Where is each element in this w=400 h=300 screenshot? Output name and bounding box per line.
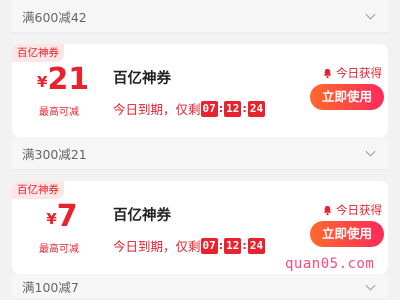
coupon-countdown: 今日到期，仅剩 07:12:24	[113, 99, 266, 118]
currency-symbol: ¥	[37, 73, 48, 91]
coupon-card: 百亿神券 ¥21 最高可减 百亿神券 今日到期，仅剩 07:12:24 今日获得…	[12, 44, 388, 137]
countdown-minutes: 12	[224, 237, 242, 254]
coupon-amount: ¥7	[37, 199, 87, 234]
countdown-minutes: 12	[224, 100, 242, 117]
expire-text: 今日到期，仅剩	[113, 102, 201, 117]
currency-symbol: ¥	[46, 210, 57, 228]
coupon-tag: 百亿神券	[12, 44, 64, 62]
coupon-rule-row[interactable]: 满100减7	[12, 274, 388, 300]
coupon-tag: 百亿神券	[12, 181, 64, 199]
coupon-rule-label: 满100减7	[22, 280, 79, 295]
countdown-hours: 07	[200, 237, 218, 254]
obtained-status: 今日获得	[322, 202, 382, 218]
coupon-sublabel: 最高可减	[39, 244, 79, 255]
obtained-status: 今日获得	[322, 65, 382, 81]
obtained-label: 今日获得	[336, 66, 382, 80]
countdown-seconds: 24	[247, 237, 266, 254]
countdown-separator: :	[218, 239, 224, 252]
obtained-label: 今日获得	[336, 203, 382, 217]
countdown-separator: :	[242, 239, 247, 252]
use-now-button[interactable]: 立即使用	[310, 84, 384, 110]
countdown-separator: :	[218, 102, 224, 115]
coupon-sublabel: 最高可减	[39, 107, 79, 118]
countdown-hours: 07	[200, 100, 218, 117]
coupon-rule-row[interactable]: 满600减42	[12, 0, 388, 33]
chevron-down-icon[interactable]	[365, 146, 376, 157]
coupon-title: 百亿神券	[113, 71, 171, 87]
countdown-separator: :	[242, 102, 247, 115]
watermark-text: quan05.com	[285, 256, 375, 272]
use-now-button[interactable]: 立即使用	[310, 221, 384, 247]
amount-value: 7	[56, 199, 78, 234]
coupon-rule-label: 满600减42	[22, 9, 87, 25]
chevron-down-icon[interactable]	[365, 280, 376, 291]
coupon-countdown: 今日到期，仅剩 07:12:24	[113, 236, 266, 255]
countdown-seconds: 24	[247, 100, 266, 117]
coupon-rule-label: 满300减21	[22, 146, 87, 162]
chevron-down-icon[interactable]	[365, 9, 376, 20]
amount-value: 21	[47, 62, 90, 97]
coupon-title: 百亿神券	[113, 208, 171, 224]
expire-text: 今日到期，仅剩	[113, 239, 201, 254]
bell-icon	[323, 68, 332, 78]
bell-icon	[323, 205, 332, 215]
coupon-rule-row[interactable]: 满300减21	[12, 137, 388, 170]
coupon-amount: ¥21	[37, 62, 90, 97]
